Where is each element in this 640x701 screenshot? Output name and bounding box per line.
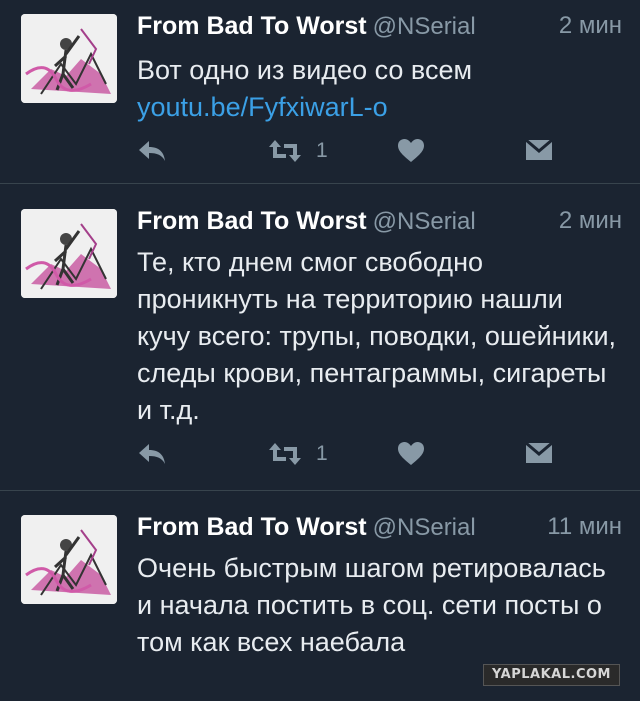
retweet-icon [269,140,301,162]
reply-button[interactable] [137,441,167,467]
like-icon [398,442,424,465]
watermark: YAPLAKAL.COM [483,664,620,686]
tweet-actions: 1 [137,138,557,170]
tweet-text: Вот одно из видео со всем youtu.be/Fyfxi… [137,52,622,126]
user-handle[interactable]: @NSerial [373,514,476,541]
tweet-2[interactable]: From Bad To Worst @NSerial 2 мин Те, кто … [0,207,640,487]
tweet-text: Те, кто днем смог свободно проникнуть на… [137,247,617,425]
like-button[interactable] [397,441,425,467]
divider [0,490,640,491]
retweet-button[interactable]: 1 [268,441,328,467]
retweet-count: 1 [316,139,328,162]
divider [0,183,640,184]
tweet-text-body: Вот одно из видео со всем [137,55,473,85]
avatar[interactable] [21,209,117,298]
direct-message-button[interactable] [525,441,553,465]
avatar[interactable] [21,14,117,103]
tweet-1[interactable]: From Bad To Worst @NSerial 2 мин Вот одно… [0,12,640,182]
tweet-header: From Bad To Worst @NSerial 2 мин [137,12,622,52]
retweet-count: 1 [316,442,328,465]
timestamp[interactable]: 11 мин [547,513,622,541]
reply-button[interactable] [137,138,167,164]
display-name[interactable]: From Bad To Worst [137,12,367,40]
tweet-link[interactable]: youtu.be/FyfxiwarL-o [137,92,388,122]
like-button[interactable] [397,138,425,164]
retweet-button[interactable]: 1 [268,138,328,164]
tweet-header: From Bad To Worst @NSerial 11 мин [137,513,622,553]
reply-icon [139,444,165,464]
retweet-icon [269,443,301,465]
like-icon [398,139,424,162]
timestamp[interactable]: 2 мин [559,12,622,40]
tweet-text: Очень быстрым шагом ретировалась и начал… [137,553,606,657]
tweet-actions: 1 [137,441,557,473]
avatar[interactable] [21,515,117,604]
reply-icon [139,141,165,161]
display-name[interactable]: From Bad To Worst [137,513,367,541]
display-name[interactable]: From Bad To Worst [137,207,367,235]
direct-message-button[interactable] [525,138,553,162]
user-handle[interactable]: @NSerial [373,13,476,40]
user-handle[interactable]: @NSerial [373,208,476,235]
direct-message-icon [525,138,553,160]
timestamp[interactable]: 2 мин [559,207,622,235]
direct-message-icon [525,441,553,463]
tweet-header: From Bad To Worst @NSerial 2 мин [137,207,622,247]
